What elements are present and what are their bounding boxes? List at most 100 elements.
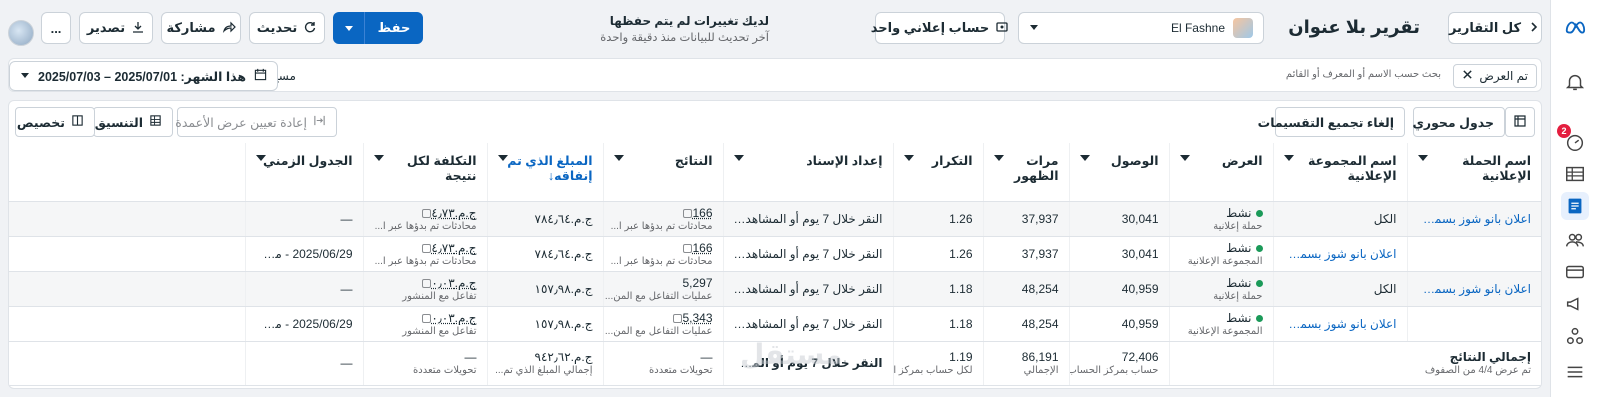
caret-down-icon [497, 155, 508, 161]
all-reports-label: كل التقارير [1448, 20, 1522, 35]
all-reports-button[interactable]: كل التقارير [1448, 12, 1542, 44]
pivot-table-dropdown[interactable]: جدول محوري [1397, 107, 1505, 137]
reach-cell: 40,959 [1068, 306, 1169, 342]
account-thumbnail [1233, 18, 1253, 38]
table-icon[interactable] [1561, 160, 1589, 188]
schedule-cell: — [244, 271, 363, 307]
save-button[interactable]: حفظ [365, 12, 423, 44]
totals-label-cell: إجمالي النتائج تم عرض 4/4 من الصفوف [1272, 341, 1541, 386]
totals-results-cell: — تحويلات متعددة [602, 341, 723, 386]
meta-logo-icon[interactable] [1561, 14, 1589, 42]
campaign-name-cell [1406, 236, 1541, 272]
integrations-icon[interactable] [1561, 322, 1589, 350]
table-row[interactable]: اعلان بانو شوز بسمة ت... الكل نشط حملة إع… [9, 271, 1541, 307]
delivery-cell: نشط المجموعة الإعلانية [1168, 236, 1273, 272]
col-header-cost-per-result[interactable]: التكلفة لكل نتيجة [362, 143, 487, 202]
results-cell: 5,343 عمليات التفاعل مع المن... [602, 306, 723, 342]
menu-icon[interactable] [1561, 358, 1589, 386]
applied-filter-chip[interactable]: تم العرض [1453, 64, 1537, 88]
pivot-icon-button[interactable] [1505, 107, 1535, 137]
reset-columns-button[interactable]: إعادة تعيين عرض الأعمدة [175, 107, 337, 137]
format-button[interactable]: التنسيق [93, 107, 173, 137]
col-header-attribution[interactable]: إعداد الإسناد [722, 143, 893, 202]
download-icon [131, 20, 145, 37]
table-row[interactable]: اعلان بانو شوز بسمة م... الكل نشط حملة إع… [9, 201, 1541, 237]
customize-icon [71, 114, 84, 130]
col-header-schedule[interactable]: الجدول الزمني [244, 143, 363, 202]
refresh-button[interactable]: تحديث [249, 12, 325, 44]
adset-name-cell[interactable]: اعلان بانو شوز بسمة ... [1272, 236, 1407, 272]
share-button[interactable]: مشاركة [161, 12, 241, 44]
reach-cell: 30,041 [1068, 201, 1169, 237]
col-header-amount-spent[interactable]: المبلغ الذي تم إنفاقه↓ [486, 143, 603, 202]
date-range-picker[interactable]: هذا الشهر: 2025/07/01 – 2025/07/03 [9, 61, 279, 91]
billing-icon[interactable] [1561, 258, 1589, 286]
nav-rail: 2 [1550, 0, 1600, 397]
export-button[interactable]: تصدير [79, 12, 153, 44]
col-header-adset[interactable]: اسم المجموعة الإعلانية [1272, 143, 1407, 202]
delivery-cell: نشط حملة إعلانية [1168, 271, 1273, 307]
caret-down-icon [1283, 155, 1294, 161]
megaphone-icon[interactable] [1561, 290, 1589, 318]
account-selector[interactable]: El Fashne [1018, 12, 1264, 44]
adset-name-cell[interactable]: اعلان بانو شوز بسمة ت... [1272, 306, 1407, 342]
cost-per-result-cell: ج.م.٤٫٧٣ محادثات تم بدؤها عبر ا... [362, 236, 487, 272]
campaign-name-cell[interactable]: اعلان بانو شوز بسمة ت... [1406, 271, 1541, 307]
amount-spent-cell: ج.م.١٥٧٫٩٨ [486, 306, 603, 342]
calendar-icon [254, 68, 267, 84]
share-icon [222, 20, 236, 37]
save-options-button[interactable] [333, 12, 365, 44]
page-title: تقرير بلا عنوان [1288, 17, 1420, 37]
attribution-cell: النقر خلال 7 يوم أو المشاهدة... [722, 236, 893, 272]
search-input[interactable]: بحث حسب الاسم أو المعرف أو القائم [1286, 69, 1441, 80]
chevron-right-icon [1527, 20, 1541, 37]
status-dot-icon [1255, 314, 1263, 322]
empty-cell [9, 201, 245, 237]
adset-name-cell: الكل [1272, 271, 1407, 307]
caret-down-icon [344, 26, 353, 31]
notification-badge: 2 [1557, 124, 1571, 138]
status-dot-icon [1255, 244, 1263, 252]
col-header-impressions[interactable]: مرات الظهور [982, 143, 1069, 202]
reports-icon[interactable] [1561, 192, 1589, 220]
unsaved-title: لديك تغييرات لم يتم حفظها [609, 14, 769, 28]
col-header-frequency[interactable]: التكرار [892, 143, 983, 202]
customize-button[interactable]: تخصيص [15, 107, 95, 137]
table-row[interactable]: اعلان بانو شوز بسمة ت... نشط المجموعة الإ… [9, 306, 1541, 342]
adset-name-cell: الكل [1272, 201, 1407, 237]
col-header-results[interactable]: النتائج [602, 143, 723, 202]
unsaved-notice: لديك تغييرات لم يتم حفظها آخر تحديث للبي… [600, 14, 769, 44]
campaign-name-cell[interactable]: اعلان بانو شوز بسمة م... [1406, 201, 1541, 237]
caret-down-icon [1417, 155, 1428, 161]
watermark: مستقل [740, 339, 843, 370]
single-account-button[interactable]: حساب إعلاني واحد [871, 12, 1008, 44]
col-header-delivery[interactable]: العرض [1168, 143, 1273, 202]
amount-spent-cell: ج.م.٧٨٤٫٦٤ [486, 201, 603, 237]
amount-spent-cell: ج.م.٧٨٤٫٦٤ [486, 236, 603, 272]
status-dot-icon [1255, 279, 1263, 287]
format-label: التنسيق [94, 115, 143, 130]
close-icon[interactable] [1462, 69, 1473, 83]
more-button[interactable]: ... [41, 12, 71, 44]
table-row[interactable]: اعلان بانو شوز بسمة ... نشط المجموعة الإع… [9, 236, 1541, 272]
caret-down-icon [733, 155, 744, 161]
frequency-cell: 1.26 [892, 236, 983, 272]
frequency-cell: 1.18 [892, 306, 983, 342]
date-range-label: هذا الشهر: 2025/07/01 – 2025/07/03 [38, 69, 247, 84]
impressions-cell: 48,254 [982, 306, 1069, 342]
account-name: El Fashne [1170, 21, 1225, 35]
refresh-label: تحديث [256, 20, 298, 35]
totals-delivery-cell [1168, 341, 1273, 386]
audience-icon[interactable] [1561, 226, 1589, 254]
cost-per-result-cell: ج.م.٤٫٧٣ محادثات تم بدؤها عبر ا... [362, 201, 487, 237]
accounts-icon [995, 20, 1009, 37]
format-icon [149, 114, 162, 130]
bell-icon[interactable] [1561, 68, 1589, 96]
avatar[interactable] [8, 20, 34, 46]
col-header-reach[interactable]: الوصول [1068, 143, 1169, 202]
schedule-cell: 2025/06/29 - مست... [244, 236, 363, 272]
dashboard-icon[interactable]: 2 [1557, 124, 1589, 156]
ungroup-button[interactable]: إلغاء تجميع التقسيمات [1258, 107, 1405, 137]
pivot-icon [1513, 114, 1527, 131]
col-header-campaign[interactable]: اسم الحملة الإعلانية [1406, 143, 1541, 202]
